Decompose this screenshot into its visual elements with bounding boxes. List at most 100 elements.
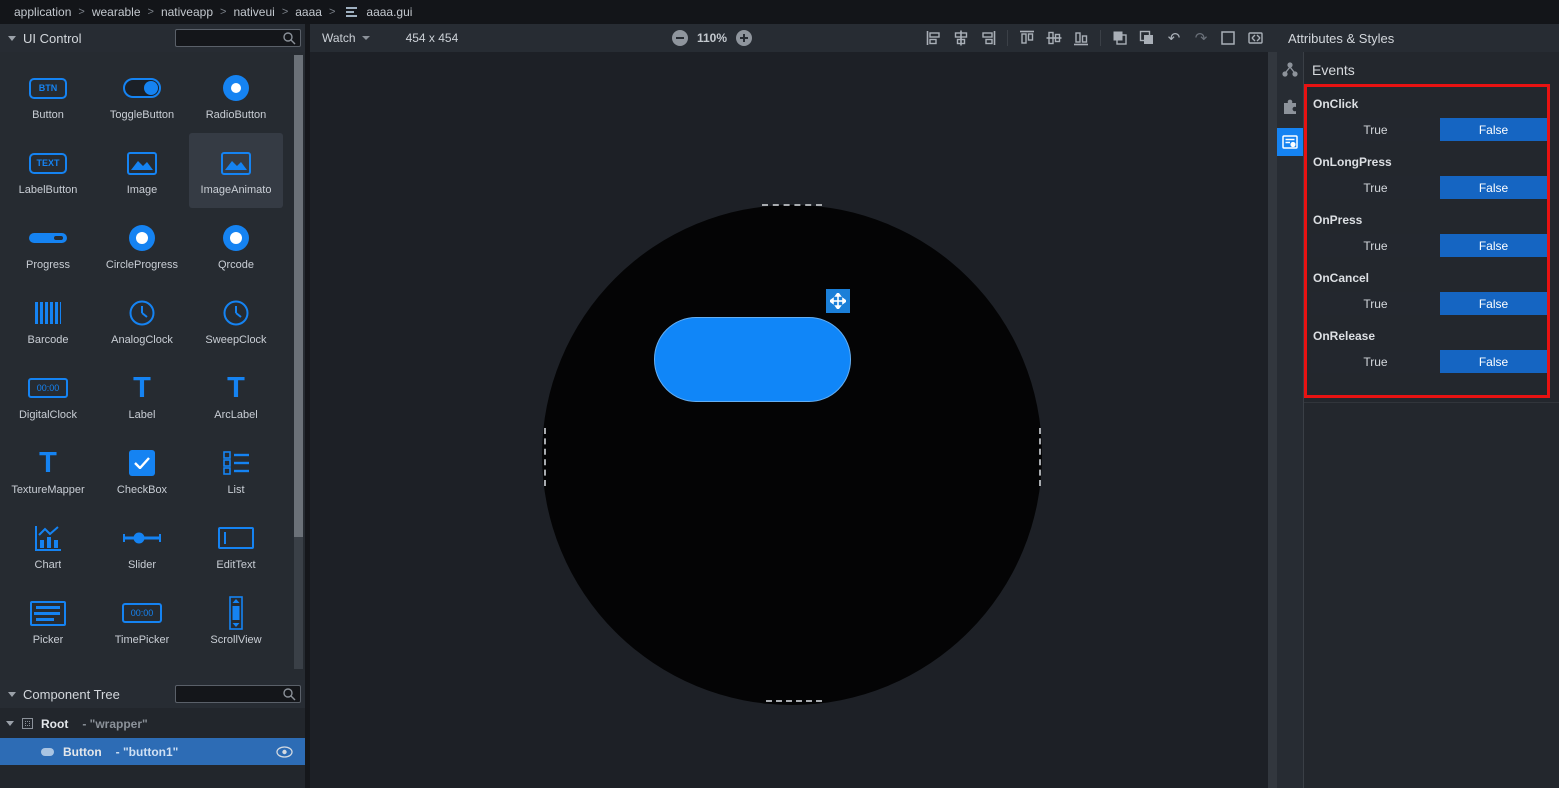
palette-item-scrollview[interactable]: ScrollView (189, 583, 283, 658)
palette-item-qrcode[interactable]: Qrcode (189, 208, 283, 283)
expand-caret-icon[interactable] (6, 721, 14, 726)
align-left-icon[interactable] (924, 28, 944, 48)
ui-control-title: UI Control (23, 31, 82, 46)
oncancel-true-button[interactable]: True (1311, 292, 1440, 315)
component-tree: Root - "wrapper" Button - "button1" (0, 708, 305, 788)
palette-item-image[interactable]: Image (95, 133, 189, 208)
breadcrumb-separator: > (78, 6, 84, 18)
event-onrelease: OnRelease True False (1311, 316, 1549, 374)
palette-item-edittext[interactable]: EditText (189, 508, 283, 583)
collapse-caret-icon[interactable] (8, 692, 16, 697)
onrelease-false-button[interactable]: False (1440, 350, 1547, 373)
button1-widget[interactable] (654, 317, 851, 402)
palette-scrollbar[interactable] (294, 52, 303, 679)
edittext-icon (218, 527, 254, 549)
palette-item-togglebutton[interactable]: ToggleButton (95, 58, 189, 133)
plugin-puzzle-icon[interactable] (1277, 92, 1303, 120)
collapse-caret-icon[interactable] (8, 36, 16, 41)
breadcrumb-item[interactable]: nativeapp (161, 5, 213, 19)
palette-item-list[interactable]: List (189, 433, 283, 508)
align-middle-vertical-icon[interactable] (1044, 28, 1064, 48)
palette-item-texturemapper[interactable]: T TextureMapper (1, 433, 95, 508)
palette-item-circleprogress[interactable]: CircleProgress (95, 208, 189, 283)
breadcrumb-item[interactable]: wearable (92, 5, 141, 19)
scrollbar-track[interactable] (294, 537, 303, 669)
letter-t-icon: T (227, 373, 245, 403)
palette-item-button[interactable]: BTN Button (1, 58, 95, 133)
list-icon (223, 451, 250, 475)
device-select-dropdown[interactable]: Watch (322, 31, 370, 45)
send-to-back-icon[interactable] (1137, 28, 1157, 48)
zoom-in-button[interactable] (736, 30, 752, 46)
oncancel-false-button[interactable]: False (1440, 292, 1547, 315)
palette-item-timepicker[interactable]: 00:00 TimePicker (95, 583, 189, 658)
palette-item-imageanimator[interactable]: ImageAnimato (189, 133, 283, 208)
canvas-toolbar: Watch 454 x 454 110% ↶ ↷ (310, 24, 1277, 52)
ui-control-panel: UI Control BTN Button ToggleButton Radio… (0, 24, 307, 788)
hierarchy-icon[interactable] (1277, 56, 1303, 84)
guide-dash-top (762, 204, 822, 206)
toolbar-separator (1100, 30, 1101, 46)
ui-control-search-input[interactable] (175, 29, 301, 47)
canvas-scrollbar[interactable] (1268, 52, 1277, 788)
image-icon (127, 152, 157, 175)
breadcrumb-item[interactable]: aaaa (295, 5, 322, 19)
events-form-icon[interactable] (1277, 128, 1303, 156)
checkbox-icon (129, 450, 155, 476)
breadcrumb-file[interactable]: aaaa.gui (366, 5, 412, 19)
palette-item-analogclock[interactable]: AnalogClock (95, 283, 189, 358)
zoom-out-button[interactable] (672, 30, 688, 46)
selection-box-icon[interactable] (1218, 28, 1238, 48)
onpress-true-button[interactable]: True (1311, 234, 1440, 257)
palette-item-picker[interactable]: Picker (1, 583, 95, 658)
digital-clock-icon: 00:00 (28, 378, 68, 398)
chevron-down-icon (362, 36, 370, 40)
component-tree-title: Component Tree (23, 687, 120, 702)
breadcrumb-separator: > (220, 6, 226, 18)
align-top-icon[interactable] (1017, 28, 1037, 48)
move-handle-icon[interactable] (826, 289, 850, 313)
visibility-eye-icon[interactable] (276, 746, 293, 758)
palette-item-slider[interactable]: Slider (95, 508, 189, 583)
palette-item-sweepclock[interactable]: SweepClock (189, 283, 283, 358)
onrelease-true-button[interactable]: True (1311, 350, 1440, 373)
palette-item-chart[interactable]: Chart (1, 508, 95, 583)
align-bottom-icon[interactable] (1071, 28, 1091, 48)
onlongpress-true-button[interactable]: True (1311, 176, 1440, 199)
onclick-true-button[interactable]: True (1311, 118, 1440, 141)
palette-item-arclabel[interactable]: T ArcLabel (189, 358, 283, 433)
clock-icon (223, 300, 249, 326)
design-canvas[interactable] (310, 52, 1268, 788)
align-right-icon[interactable] (978, 28, 998, 48)
align-center-horizontal-icon[interactable] (951, 28, 971, 48)
palette-item-digitalclock[interactable]: 00:00 DigitalClock (1, 358, 95, 433)
gui-designer-window: application > wearable > nativeapp > nat… (0, 0, 1559, 788)
palette-item-checkbox[interactable]: CheckBox (95, 433, 189, 508)
onclick-false-button[interactable]: False (1440, 118, 1547, 141)
bring-to-front-icon[interactable] (1110, 28, 1130, 48)
undo-icon[interactable]: ↶ (1164, 28, 1184, 48)
tree-row-root[interactable]: Root - "wrapper" (0, 710, 305, 737)
component-tree-search-input[interactable] (175, 685, 301, 703)
toggle-icon (123, 78, 161, 98)
tree-row-button1[interactable]: Button - "button1" (0, 738, 305, 765)
letter-t-icon: T (39, 448, 57, 478)
palette-item-labelbutton[interactable]: TEXT LabelButton (1, 133, 95, 208)
breadcrumb-item[interactable]: nativeui (233, 5, 274, 19)
onpress-false-button[interactable]: False (1440, 234, 1547, 257)
zoom-level-label: 110% (697, 31, 727, 45)
zoom-controls: 110% (672, 24, 752, 52)
event-onpress: OnPress True False (1311, 200, 1549, 258)
events-list: OnClick True False OnLongPress True Fals… (1311, 84, 1549, 374)
palette-item-radiobutton[interactable]: RadioButton (189, 58, 283, 133)
redo-icon[interactable]: ↷ (1191, 28, 1211, 48)
adapt-screen-icon[interactable] (1245, 28, 1265, 48)
onlongpress-false-button[interactable]: False (1440, 176, 1547, 199)
palette-item-barcode[interactable]: Barcode (1, 283, 95, 358)
watch-face-preview[interactable] (542, 205, 1042, 705)
picker-icon (30, 601, 66, 626)
palette-item-progress[interactable]: Progress (1, 208, 95, 283)
breadcrumb-item[interactable]: application (14, 5, 71, 19)
scrollbar-thumb[interactable] (294, 55, 303, 537)
palette-item-label[interactable]: T Label (95, 358, 189, 433)
